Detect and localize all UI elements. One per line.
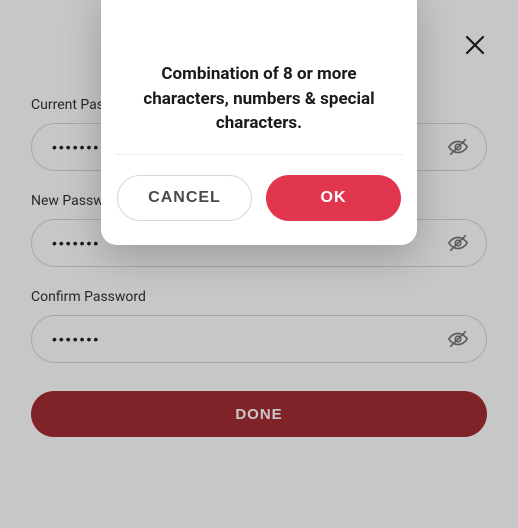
dialog-message: Combination of 8 or more characters, num… bbox=[125, 62, 393, 136]
validation-dialog: Combination of 8 or more characters, num… bbox=[101, 0, 417, 245]
modal-overlay[interactable]: Combination of 8 or more characters, num… bbox=[0, 0, 518, 528]
divider bbox=[115, 154, 403, 155]
ok-button[interactable]: OK bbox=[266, 175, 401, 221]
cancel-button[interactable]: CANCEL bbox=[117, 175, 252, 221]
